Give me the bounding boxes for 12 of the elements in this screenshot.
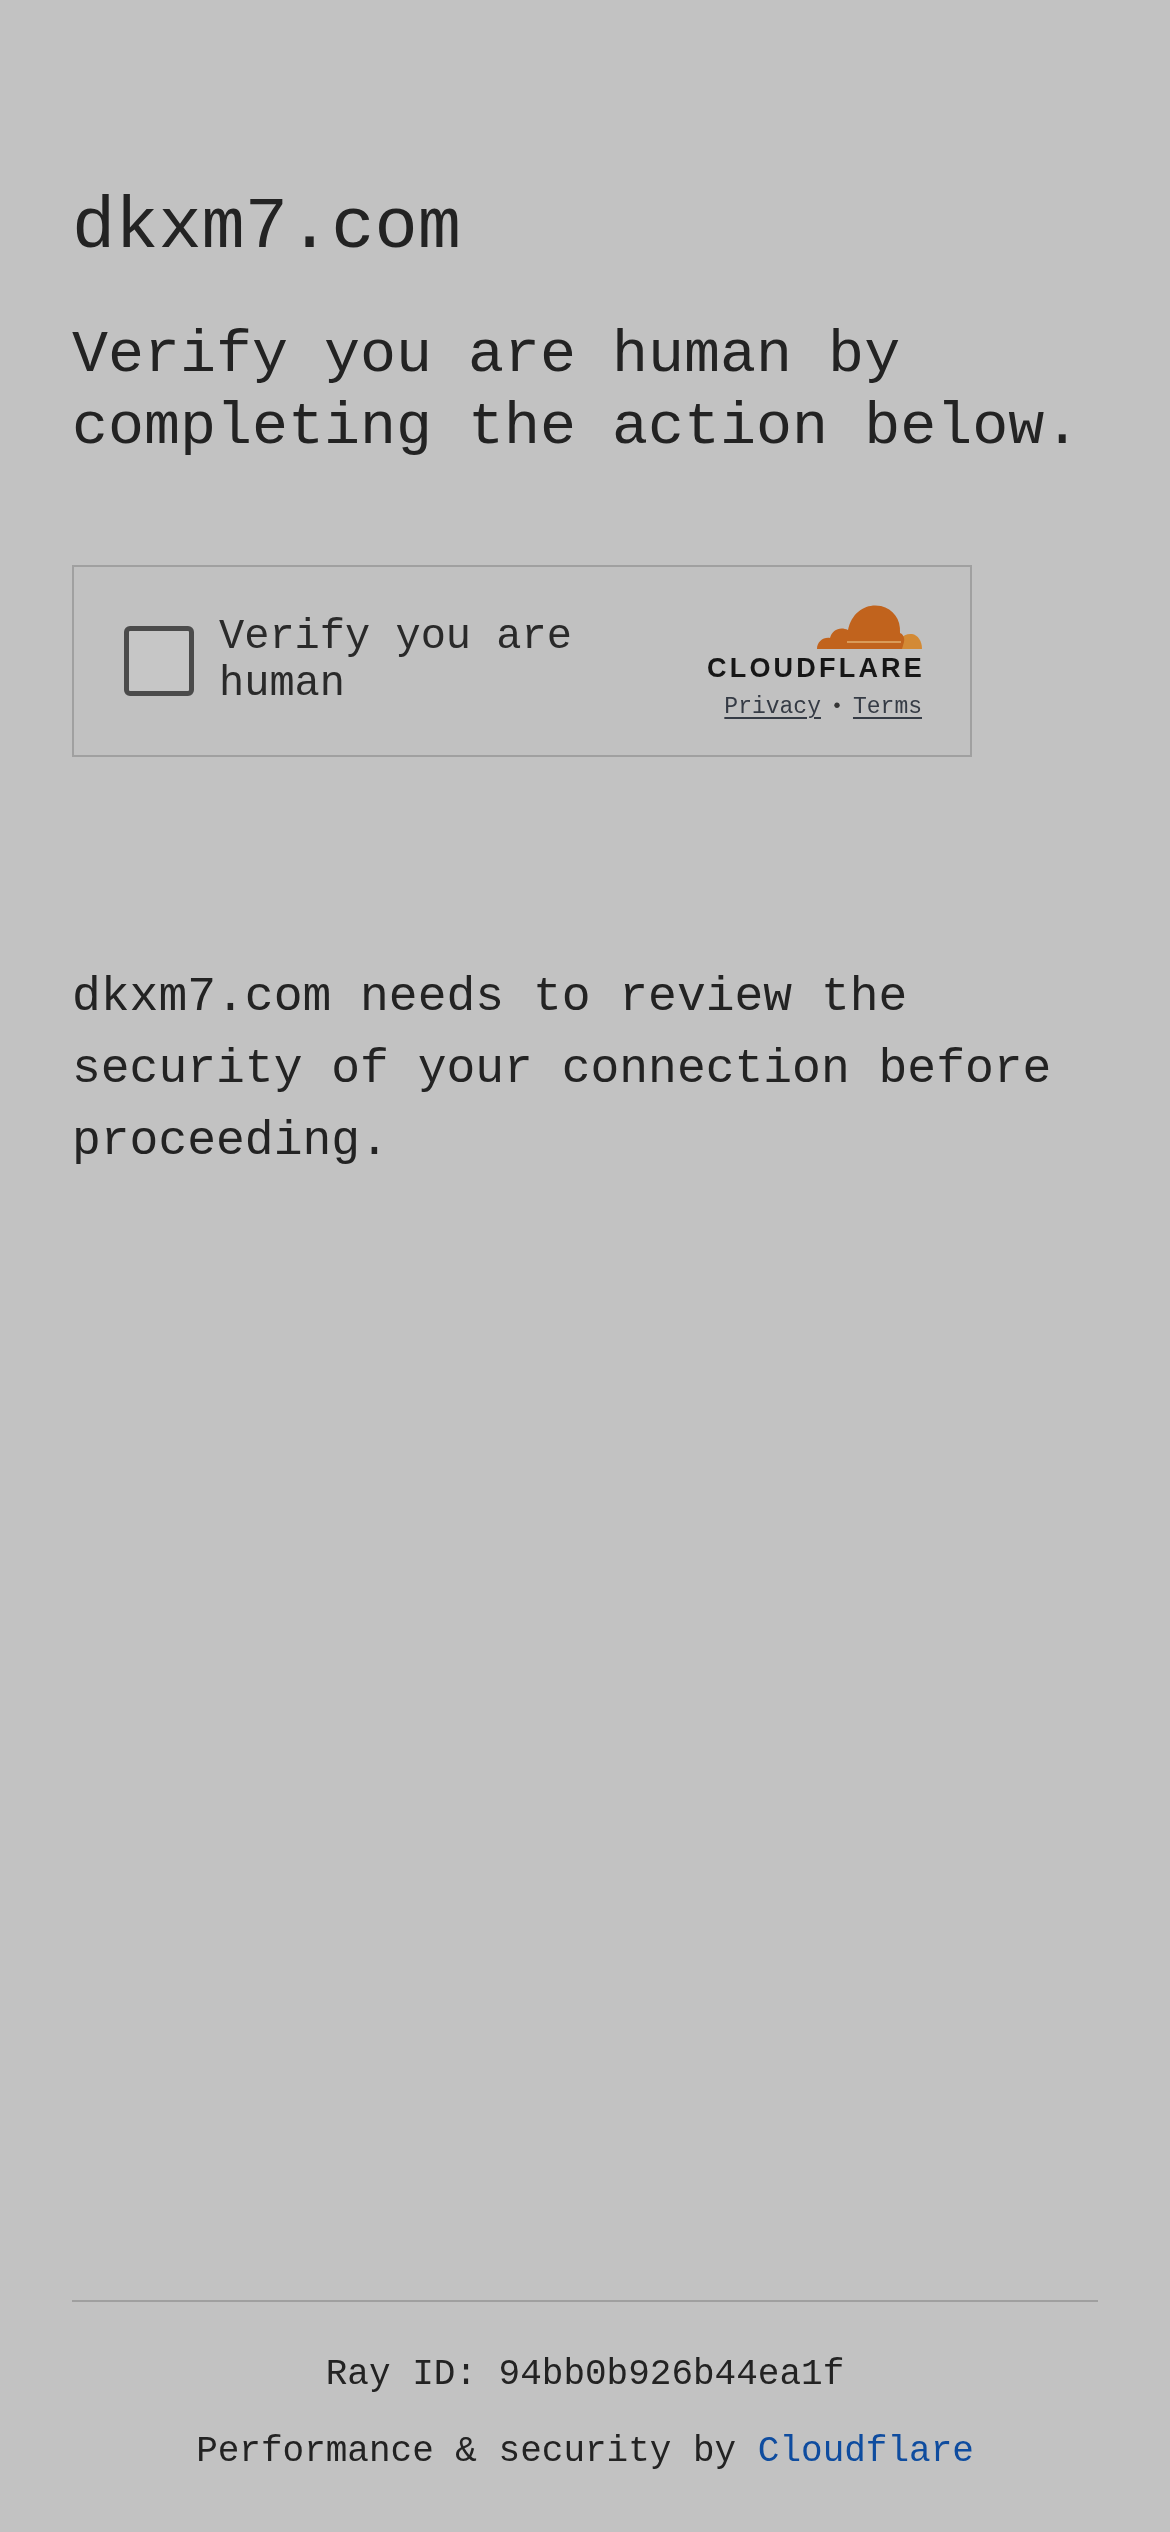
checkbox-label: Verify you are human bbox=[219, 614, 573, 708]
link-separator: • bbox=[830, 694, 843, 720]
cloudflare-link[interactable]: Cloudflare bbox=[757, 2431, 974, 2472]
site-title: dkxm7.com bbox=[72, 186, 462, 271]
logo-wordmark: CLOUDFLARE bbox=[707, 653, 925, 683]
widget-link[interactable]: Terms bbox=[853, 693, 922, 721]
page-heading: Verify you are human by completing the action below. bbox=[72, 320, 1082, 463]
checkbox[interactable] bbox=[124, 626, 194, 696]
performance-credit: Performance & security by Cloudflare bbox=[195, 2430, 975, 2474]
security-message: dkxm7.com needs to review the security of your connection before proceeding. bbox=[72, 969, 1053, 1170]
ray-id: Ray ID: 94bb0b926b44ea1f bbox=[324, 2353, 846, 2397]
widget-link[interactable]: Privacy bbox=[724, 693, 821, 721]
